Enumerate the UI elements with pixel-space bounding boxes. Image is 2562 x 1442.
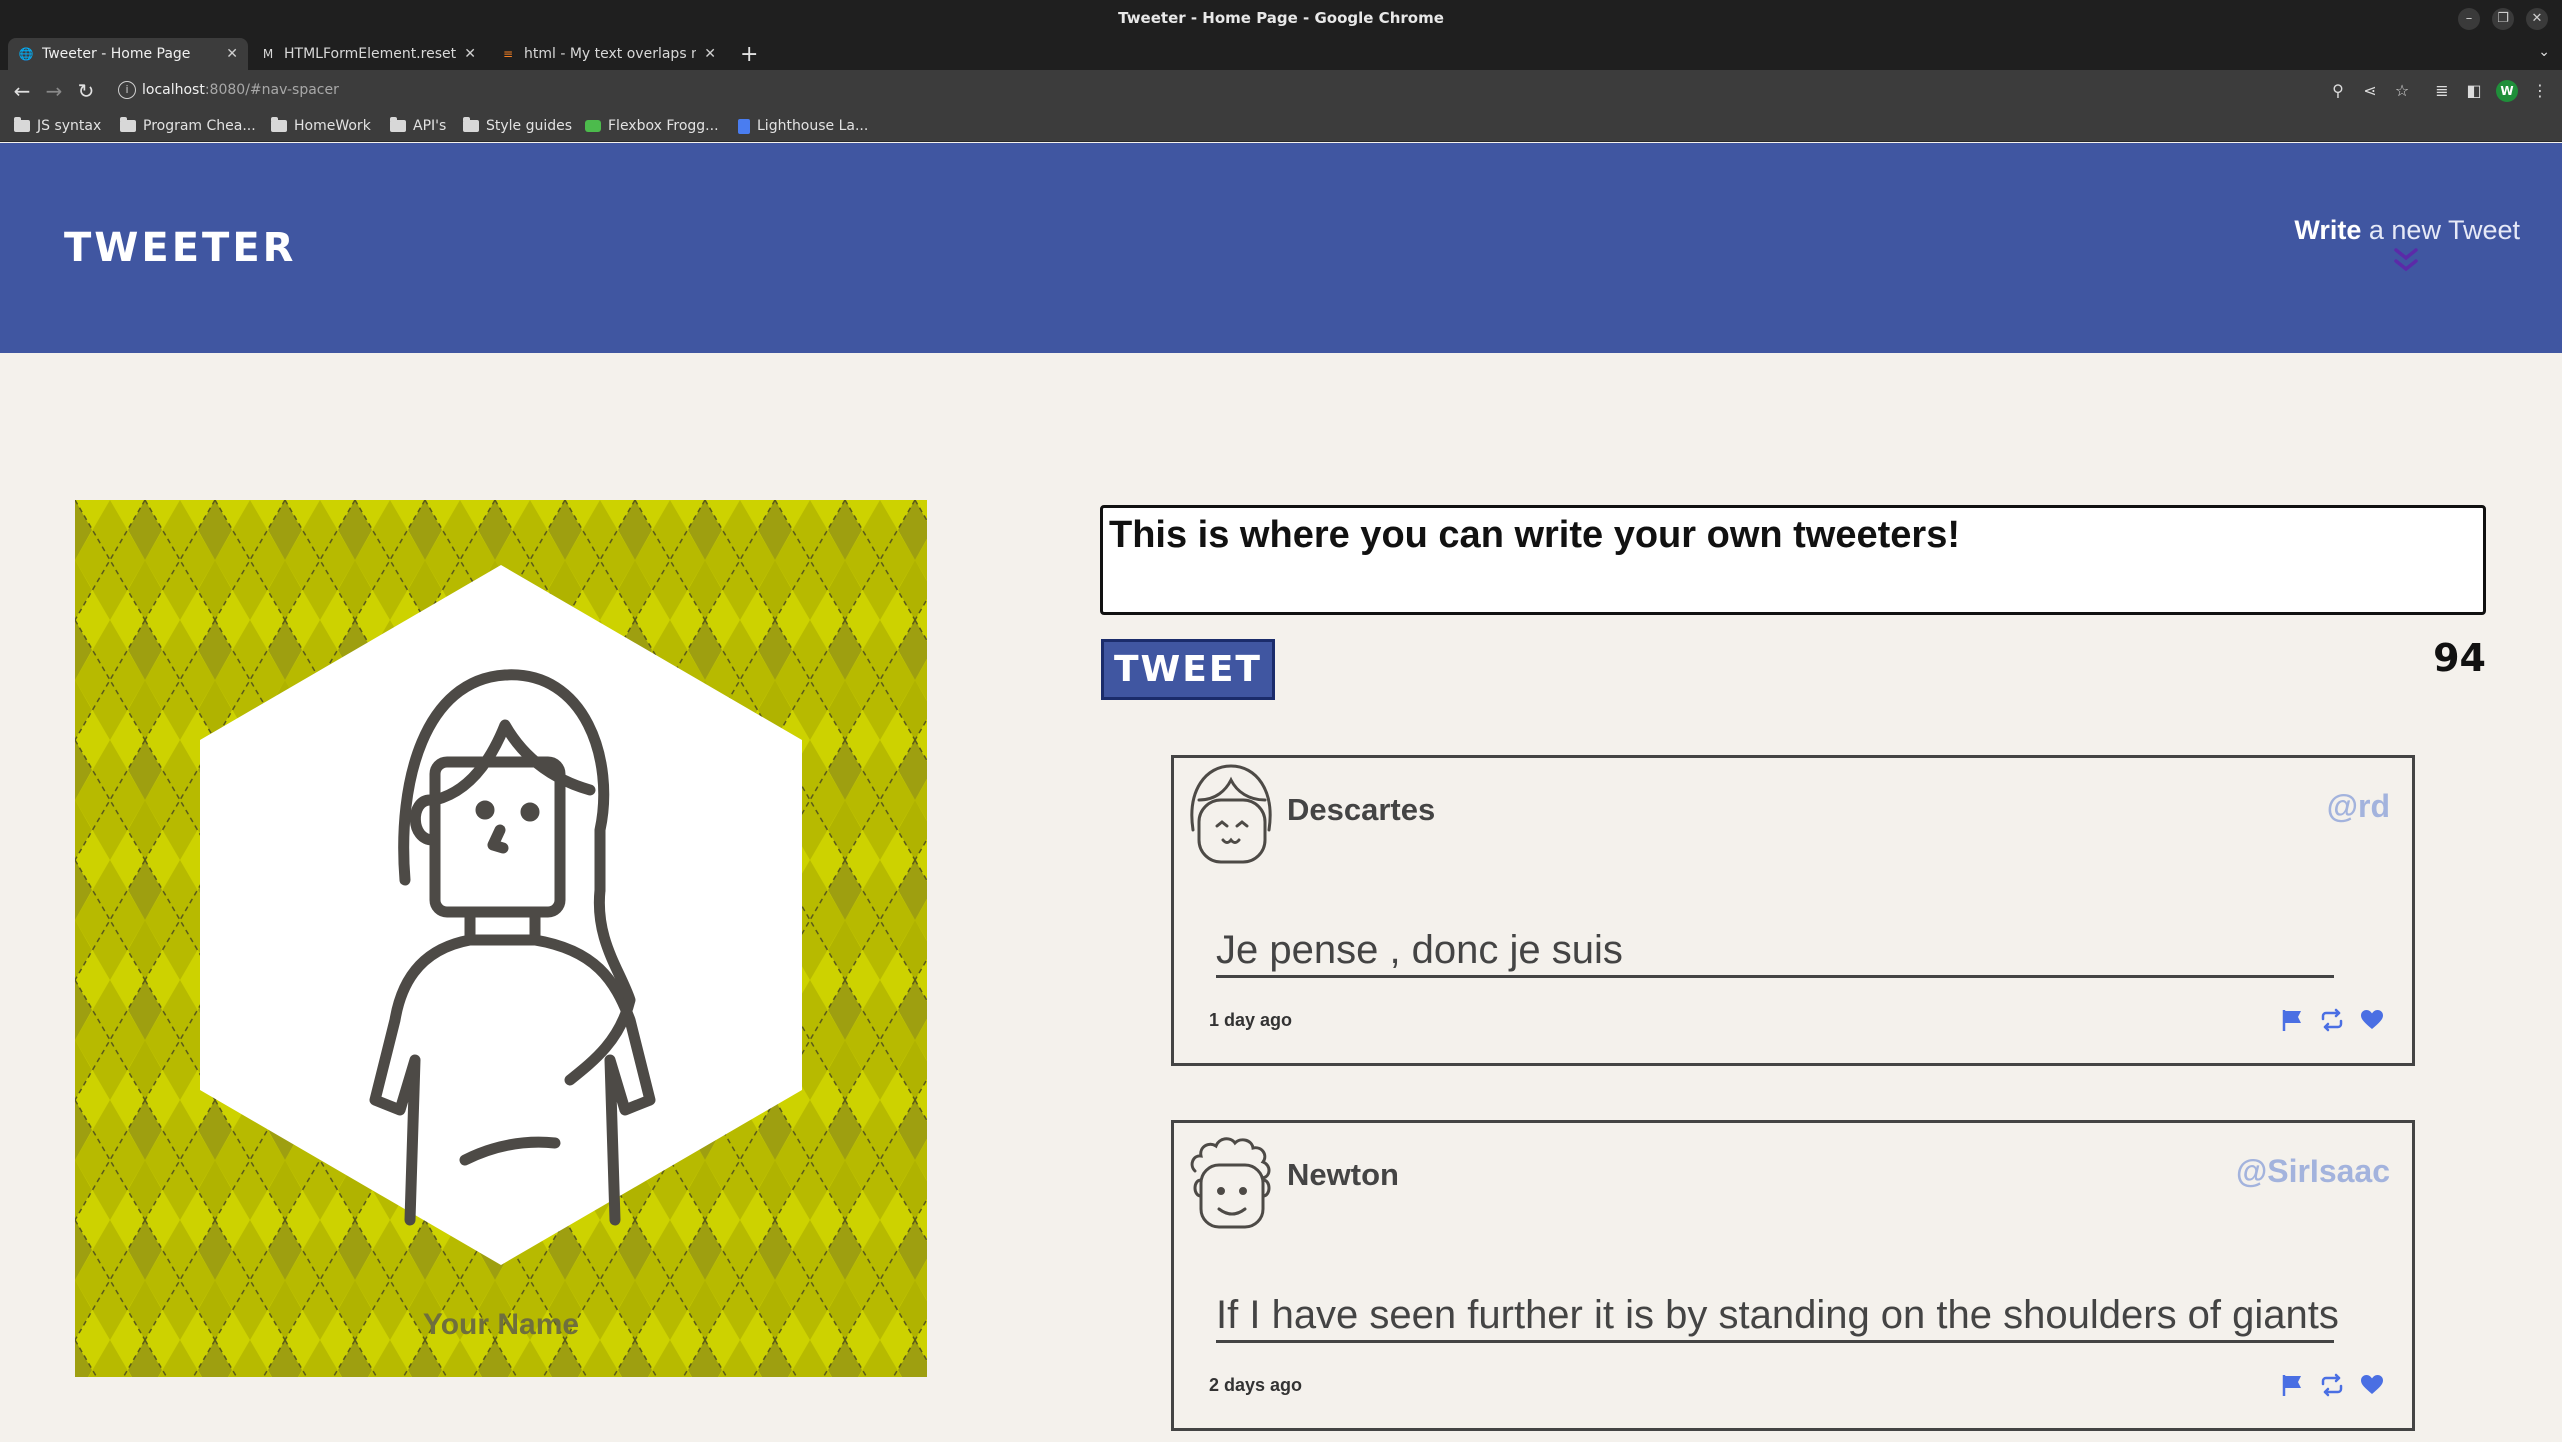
close-tab-icon[interactable]: ✕ xyxy=(226,46,238,62)
bookmark-program-cheat[interactable]: Program Chea... xyxy=(120,117,256,134)
brand-logo[interactable]: TWEETER xyxy=(64,225,296,271)
heart-icon[interactable] xyxy=(2360,1373,2384,1397)
tweet-content: If I have seen further it is by standing… xyxy=(1216,1293,2339,1343)
tweet-author-name: Newton xyxy=(1287,1157,1399,1192)
retweet-icon[interactable] xyxy=(2320,1008,2344,1032)
bookmarks-bar: JS syntax Program Chea... HomeWork API's… xyxy=(0,112,2562,142)
folder-icon xyxy=(120,117,136,132)
compose-link-rest: a new Tweet xyxy=(2361,215,2520,245)
character-counter: 94 xyxy=(2433,636,2486,680)
document-icon xyxy=(738,118,750,134)
reload-icon[interactable]: ↻ xyxy=(74,79,98,103)
tweet-handle[interactable]: @rd xyxy=(2327,788,2390,825)
folder-icon xyxy=(271,117,287,132)
tweet-card: Descartes @rd Je pense , donc je suis 1 … xyxy=(1171,755,2415,1066)
window-title: Tweeter - Home Page - Google Chrome xyxy=(1118,9,1444,27)
tab-strip: 🌐 Tweeter - Home Page ✕ M HTMLFormElemen… xyxy=(0,38,2562,70)
profile-header: Your Name xyxy=(75,500,927,1377)
tweet-actions xyxy=(2280,1373,2384,1397)
bookmark-homework[interactable]: HomeWork xyxy=(271,117,371,134)
tweet-timestamp: 1 day ago xyxy=(1209,1010,1293,1030)
tab-stackoverflow[interactable]: ≡ html - My text overlaps m ✕ xyxy=(490,38,726,70)
write-new-tweet-link[interactable]: Write a new Tweet xyxy=(2294,215,2520,246)
forward-arrow-icon[interactable]: → xyxy=(42,79,66,103)
compose-link-bold: Write xyxy=(2294,215,2362,245)
tweet-submit-button[interactable]: TWEET xyxy=(1101,639,1275,700)
tab-htmlformelement[interactable]: M HTMLFormElement.reset ✕ xyxy=(250,38,486,70)
new-tweet-textarea[interactable]: This is where you can write your own twe… xyxy=(1100,505,2486,615)
menu-kebab-icon[interactable]: ⋮ xyxy=(2530,81,2550,100)
minimize-button[interactable]: – xyxy=(2458,8,2480,30)
back-arrow-icon[interactable]: ← xyxy=(10,79,34,103)
heart-icon[interactable] xyxy=(2360,1008,2384,1032)
bookmark-apis[interactable]: API's xyxy=(390,117,446,134)
tweet-timestamp: 2 days ago xyxy=(1209,1375,1303,1395)
close-tab-icon[interactable]: ✕ xyxy=(704,46,716,62)
mdn-icon: M xyxy=(262,47,274,61)
tab-label: HTMLFormElement.reset xyxy=(284,46,457,62)
tweet-actions xyxy=(2280,1008,2384,1032)
url-text: localhost:8080/#nav-spacer xyxy=(142,82,339,98)
bookmark-style-guides[interactable]: Style guides xyxy=(463,117,572,134)
bookmark-lighthouse-labs[interactable]: Lighthouse La... xyxy=(738,118,868,134)
bookmark-flexbox-froggy[interactable]: Flexbox Frogg... xyxy=(585,118,719,134)
tab-label: Tweeter - Home Page xyxy=(42,46,191,62)
globe-icon: 🌐 xyxy=(18,47,34,61)
tweet-content: Je pense , donc je suis xyxy=(1216,928,2334,978)
flag-icon[interactable] xyxy=(2280,1373,2304,1397)
tab-label: html - My text overlaps m xyxy=(524,46,697,62)
tweet-card: Newton @SirIsaac If I have seen further … xyxy=(1171,1120,2415,1431)
profile-avatar[interactable]: W xyxy=(2496,80,2518,102)
site-info-icon[interactable]: i xyxy=(118,81,136,99)
close-tab-icon[interactable]: ✕ xyxy=(464,46,476,62)
bookmark-star-icon[interactable]: ☆ xyxy=(2392,81,2412,100)
bookmark-js-syntax[interactable]: JS syntax xyxy=(14,117,101,134)
tab-search-chevron-icon[interactable]: ⌄ xyxy=(2538,44,2550,60)
close-window-button[interactable]: ✕ xyxy=(2526,8,2548,30)
curly-hair-avatar-icon xyxy=(1190,1137,1271,1229)
retweet-icon[interactable] xyxy=(2320,1373,2344,1397)
browser-toolbar: ← → ↻ i localhost:8080/#nav-spacer ⚲ ⋖ ☆… xyxy=(0,70,2562,112)
new-tab-plus-icon[interactable]: + xyxy=(740,42,758,67)
argyle-background xyxy=(75,500,927,1377)
flag-icon[interactable] xyxy=(2280,1008,2304,1032)
address-bar[interactable]: i localhost:8080/#nav-spacer xyxy=(110,76,2380,106)
folder-icon xyxy=(463,117,479,132)
reading-list-icon[interactable]: ≣ xyxy=(2432,81,2452,100)
girl-avatar-icon xyxy=(1190,764,1272,864)
double-chevron-down-icon[interactable] xyxy=(2392,246,2420,276)
app-nav: TWEETER Write a new Tweet xyxy=(0,143,2562,353)
folder-icon xyxy=(14,117,30,132)
zoom-icon[interactable]: ⚲ xyxy=(2328,81,2348,100)
stackoverflow-icon: ≡ xyxy=(502,47,514,61)
share-icon[interactable]: ⋖ xyxy=(2360,81,2380,100)
folder-icon xyxy=(390,117,406,132)
profile-name: Your Name xyxy=(422,1308,580,1341)
tweet-author-name: Descartes xyxy=(1287,792,1436,827)
restore-button[interactable]: ❐ xyxy=(2492,8,2514,30)
tweet-handle[interactable]: @SirIsaac xyxy=(2236,1153,2390,1190)
frog-icon xyxy=(585,120,601,132)
window-titlebar: Tweeter - Home Page - Google Chrome – ❐ … xyxy=(0,0,2562,38)
tab-tweeter-home[interactable]: 🌐 Tweeter - Home Page ✕ xyxy=(8,38,248,70)
side-panel-icon[interactable]: ◧ xyxy=(2464,81,2484,100)
